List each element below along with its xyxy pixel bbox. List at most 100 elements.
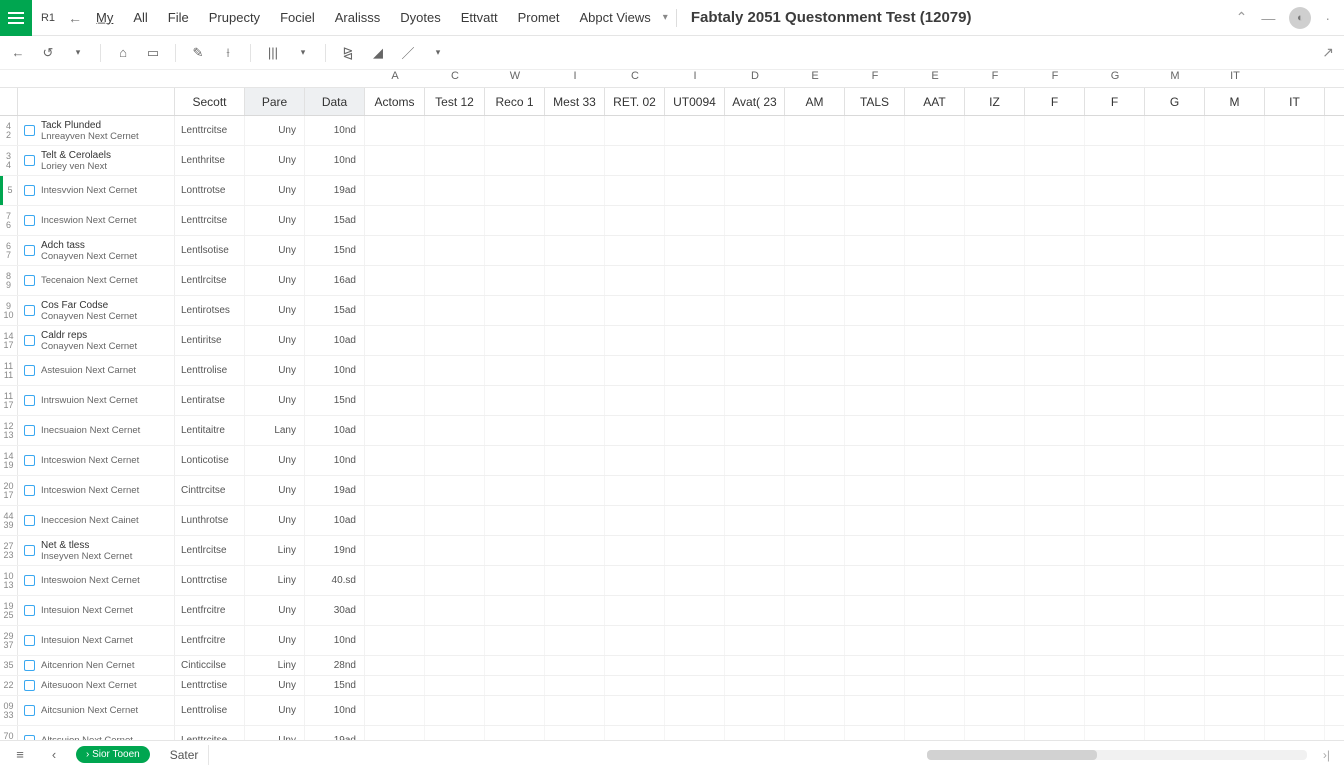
cell-pare[interactable]: Uny [245,726,305,740]
table-row[interactable]: 5Intesvvion Next CernetLonttrotseUny19ad [0,176,1344,206]
table-row[interactable]: 1111Astesuion Next CarnetLenttroliseUny1… [0,356,1344,386]
cell-pare[interactable]: Uny [245,326,305,355]
cell-pare[interactable]: Liny [245,656,305,675]
col-letter[interactable]: F [1025,70,1085,87]
columns-dropdown[interactable]: ▾ [291,41,315,65]
checkbox[interactable] [24,485,35,496]
menu-prupecty[interactable]: Prupecty [199,0,270,36]
cell-data[interactable]: 10ad [305,506,365,535]
header-cell[interactable]: AM [785,88,845,115]
cell-pare[interactable]: Uny [245,446,305,475]
checkbox[interactable] [24,605,35,616]
line-icon[interactable]: ／ [396,41,420,65]
table-row[interactable]: 89Tecenaion Next CernetLentlrcitseUny16a… [0,266,1344,296]
checkbox[interactable] [24,215,35,226]
header-cell[interactable]: AAT [905,88,965,115]
redo-dropdown[interactable]: ▾ [66,41,90,65]
header-pare[interactable]: Pare [245,88,305,115]
cell-pare[interactable]: Uny [245,116,305,145]
col-letter[interactable]: A [365,70,425,87]
ruler-icon[interactable]: ⟊ [216,41,240,65]
header-cell[interactable]: TALS [845,88,905,115]
checkbox[interactable] [24,455,35,466]
checkbox[interactable] [24,275,35,286]
cell-secott[interactable]: Lenttrolise [175,696,245,725]
cell-secott[interactable]: Lentlrcitse [175,536,245,565]
cell-data[interactable]: 10nd [305,626,365,655]
task-cell[interactable]: Adch tassConayven Next Cernet [18,236,175,265]
checkbox[interactable] [24,705,35,716]
header-cell[interactable]: UT0094 [665,88,725,115]
checkbox[interactable] [24,575,35,586]
cell-data[interactable]: 10nd [305,446,365,475]
menu-file[interactable]: File [158,0,199,36]
checkbox[interactable] [24,305,35,316]
cell-pare[interactable]: Uny [245,476,305,505]
cell-pare[interactable]: Lany [245,416,305,445]
cell-data[interactable]: 10nd [305,146,365,175]
col-letter[interactable]: W [485,70,545,87]
table-row[interactable]: 2937Intesuion Next CarnetLentfrcitreUny1… [0,626,1344,656]
table-row[interactable]: 0933Aitcsunion Next CernetLenttroliseUny… [0,696,1344,726]
table-row[interactable]: 1419Intceswion Next CernetLonticotiseUny… [0,446,1344,476]
cell-pare[interactable]: Uny [245,206,305,235]
header-cell[interactable]: Mest 33 [545,88,605,115]
task-cell[interactable]: Inceswion Next Cernet [18,206,175,235]
menu-all[interactable]: All [123,0,157,36]
cell-secott[interactable]: Lentirotses [175,296,245,325]
sheet-tab[interactable]: Sater [160,745,210,765]
task-cell[interactable]: Altssuion Next Cernet [18,726,175,740]
cell-data[interactable]: 19ad [305,726,365,740]
header-cell[interactable]: F [1085,88,1145,115]
cell-secott[interactable]: Lenttrcitse [175,726,245,740]
table-row[interactable]: 1213Inecsuaion Next CernetLentitaitreLan… [0,416,1344,446]
cell-data[interactable]: 15nd [305,676,365,695]
cell-secott[interactable]: Lentfrcitre [175,596,245,625]
header-cell[interactable]: F [1025,88,1085,115]
task-cell[interactable]: Aitcsunion Next Cernet [18,696,175,725]
cell-secott[interactable]: Lonttrctise [175,566,245,595]
table-row[interactable]: 7029Altssuion Next CernetLenttrcitseUny1… [0,726,1344,740]
next-page-icon[interactable]: ›| [1317,748,1336,762]
cell-secott[interactable]: Lentitaitre [175,416,245,445]
cell-secott[interactable]: Lunthrotse [175,506,245,535]
cell-secott[interactable]: Lenthritse [175,146,245,175]
cell-data[interactable]: 10ad [305,326,365,355]
header-cell[interactable]: RET. 02 [605,88,665,115]
header-cell[interactable]: Test 12 [425,88,485,115]
cell-pare[interactable]: Uny [245,146,305,175]
menu-my[interactable]: M̲y [86,0,123,36]
menu-aralisss[interactable]: Aralisss [325,0,391,36]
menu-promet[interactable]: Promet [508,0,570,36]
header-secott[interactable]: Secott [175,88,245,115]
col-letter[interactable]: F [845,70,905,87]
line-dropdown[interactable]: ▾ [426,41,450,65]
cell-pare[interactable]: Uny [245,696,305,725]
pen-icon[interactable]: ✎ [186,41,210,65]
task-cell[interactable]: Tack PlundedLnreayven Next Cernet [18,116,175,145]
checkbox[interactable] [24,125,35,136]
task-cell[interactable]: Intesuion Next Carnet [18,626,175,655]
cell-pare[interactable]: Uny [245,236,305,265]
cell-pare[interactable]: Uny [245,296,305,325]
checkbox[interactable] [24,680,35,691]
header-data[interactable]: Data [305,88,365,115]
task-cell[interactable]: Caldr repsConayven Next Cernet [18,326,175,355]
cell-secott[interactable]: Lenttrolise [175,356,245,385]
table-row[interactable]: 2017Intceswion Next CernetCinttrcitseUny… [0,476,1344,506]
cell-secott[interactable]: Lentiritse [175,326,245,355]
header-cell[interactable]: Reco 1 [485,88,545,115]
cell-data[interactable]: 10nd [305,116,365,145]
cell-data[interactable]: 40.sd [305,566,365,595]
cell-secott[interactable]: Lenttrctise [175,676,245,695]
task-cell[interactable]: Telt & CerolaelsLoriey ven Next [18,146,175,175]
menu-fociel[interactable]: Fociel [270,0,325,36]
cell-data[interactable]: 19ad [305,476,365,505]
cell-secott[interactable]: Lenttrcitse [175,206,245,235]
cell-data[interactable]: 10nd [305,696,365,725]
checkbox[interactable] [24,185,35,196]
col-letter[interactable]: E [785,70,845,87]
task-cell[interactable]: Net & tlessInseyven Next Cernet [18,536,175,565]
columns-icon[interactable]: ||| [261,41,285,65]
table-row[interactable]: 910Cos Far CodseConayven Nest CernetLent… [0,296,1344,326]
